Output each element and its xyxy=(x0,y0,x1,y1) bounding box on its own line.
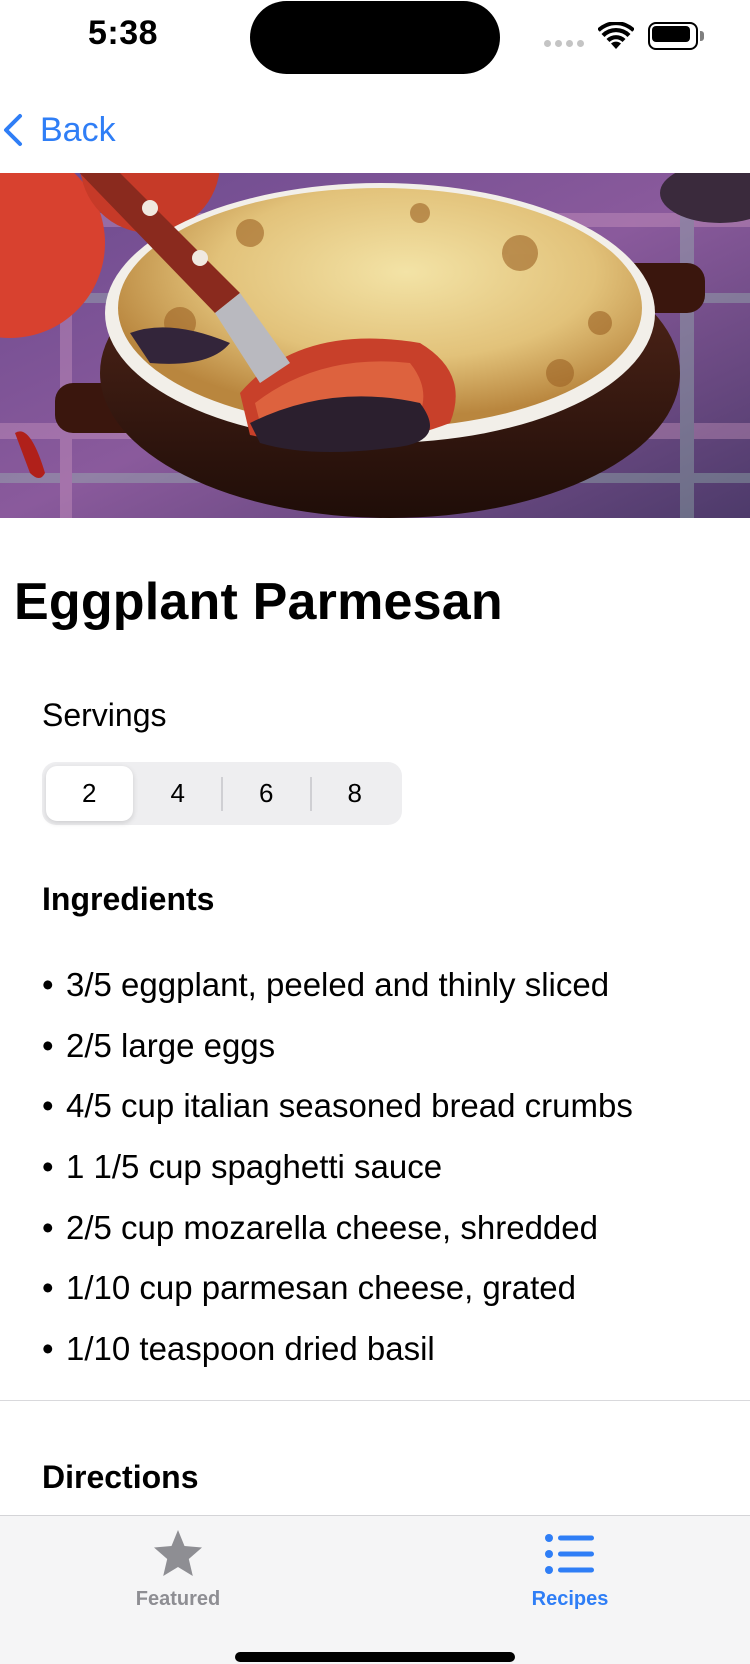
servings-option-2[interactable]: 2 xyxy=(46,766,133,821)
home-indicator xyxy=(235,1652,515,1662)
tab-recipes[interactable]: Recipes xyxy=(520,1526,620,1611)
chevron-left-icon xyxy=(4,114,22,146)
cellular-signal-icon xyxy=(544,40,584,47)
dynamic-island xyxy=(250,1,500,74)
ingredient-text: 3/5 eggplant, peeled and thinly sliced xyxy=(66,966,610,1003)
bullet: • xyxy=(42,1330,54,1368)
status-time: 5:38 xyxy=(88,14,159,52)
bullet: • xyxy=(42,1148,54,1186)
bullet: • xyxy=(42,966,54,1003)
ingredient-text: 2/5 cup mozarella cheese, shredded xyxy=(66,1208,598,1246)
recipe-hero-image xyxy=(0,173,750,518)
bullet: • xyxy=(42,1269,54,1307)
tab-label: Featured xyxy=(135,1588,221,1610)
tab-bar: Featured Recipes xyxy=(0,1515,750,1664)
list-icon xyxy=(545,1534,594,1574)
star-icon xyxy=(154,1530,202,1576)
servings-segmented-control[interactable]: 2 4 6 8 xyxy=(42,762,402,825)
ingredient-item: • 1/10 teaspoon dried basil xyxy=(42,1319,633,1380)
section-divider xyxy=(0,1400,750,1401)
tab-label: Recipes xyxy=(531,1588,609,1610)
servings-label: Servings xyxy=(42,697,167,733)
servings-option-6[interactable]: 6 xyxy=(223,766,310,821)
directions-heading: Directions xyxy=(42,1459,199,1495)
ingredient-text: 4/5 cup italian seasoned bread crumbs xyxy=(66,1087,633,1125)
ingredient-text: 1 1/5 cup spaghetti sauce xyxy=(66,1148,443,1186)
bullet: • xyxy=(42,1026,54,1064)
ingredient-item: • 3/5 eggplant, peeled and thinly sliced xyxy=(42,955,633,1016)
ingredient-text: 1/10 teaspoon dried basil xyxy=(66,1330,435,1368)
ingredient-item: • 1 1/5 cup spaghetti sauce xyxy=(42,1137,633,1198)
tab-featured[interactable]: Featured xyxy=(118,1526,238,1611)
ingredient-text: 1/10 cup parmesan cheese, grated xyxy=(66,1269,577,1307)
servings-option-4[interactable]: 4 xyxy=(135,766,222,821)
back-label: Back xyxy=(40,110,116,149)
battery-icon xyxy=(648,22,704,50)
ingredient-item: • 4/5 cup italian seasoned bread crumbs xyxy=(42,1076,633,1137)
bullet: • xyxy=(42,1087,54,1125)
ingredients-heading: Ingredients xyxy=(42,881,215,917)
ingredient-item: • 1/10 cup parmesan cheese, grated xyxy=(42,1258,633,1319)
ingredient-text: 2/5 large eggs xyxy=(66,1026,276,1064)
bullet: • xyxy=(42,1208,54,1246)
recipe-title: Eggplant Parmesan xyxy=(14,573,503,631)
back-button[interactable]: Back xyxy=(0,106,116,154)
ingredient-list: • 3/5 eggplant, peeled and thinly sliced … xyxy=(42,955,633,1380)
wifi-icon xyxy=(598,22,634,49)
ingredient-item: • 2/5 large eggs xyxy=(42,1016,633,1077)
ingredient-item: • 2/5 cup mozarella cheese, shredded xyxy=(42,1198,633,1259)
status-bar: 5:38 xyxy=(0,0,750,80)
servings-option-8[interactable]: 8 xyxy=(312,766,399,821)
